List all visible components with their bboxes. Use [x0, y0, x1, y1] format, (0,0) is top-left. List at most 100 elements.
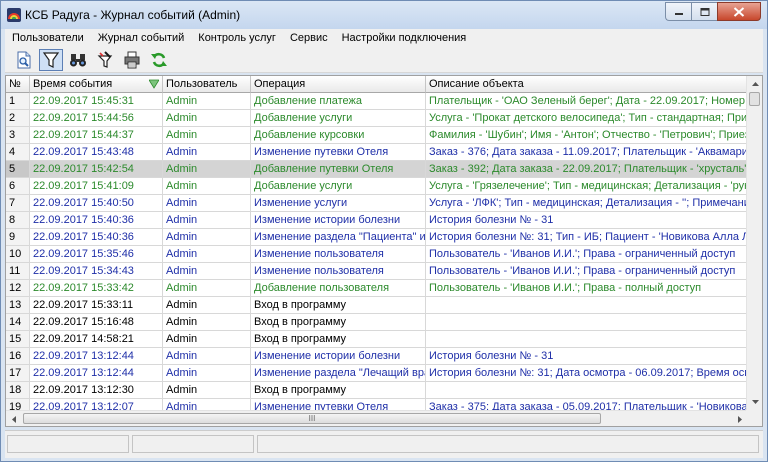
vertical-scroll-thumb[interactable] — [749, 92, 760, 106]
cell-description[interactable]: Услуга - 'Прокат детского велосипеда'; Т… — [426, 110, 748, 127]
cell-operation[interactable]: Добавление услуги — [251, 178, 426, 195]
cell-operation[interactable]: Изменение истории болезни — [251, 348, 426, 365]
cell-user[interactable]: Admin — [163, 297, 251, 314]
cell-operation[interactable]: Изменение раздела "Лечащий вра... — [251, 365, 426, 382]
cell-description[interactable]: История болезни №: 31; Тип - ИБ; Пациент… — [426, 229, 748, 246]
cell-operation[interactable]: Вход в программу — [251, 331, 426, 348]
cell-operation[interactable]: Добавление пользователя — [251, 280, 426, 297]
cell-user[interactable]: Admin — [163, 348, 251, 365]
cell-number[interactable]: 4 — [6, 144, 30, 161]
cell-user[interactable]: Admin — [163, 314, 251, 331]
cell-event-time[interactable]: 22.09.2017 15:44:56 — [30, 110, 163, 127]
cell-event-time[interactable]: 22.09.2017 15:35:46 — [30, 246, 163, 263]
cell-user[interactable]: Admin — [163, 280, 251, 297]
print-button[interactable] — [120, 49, 144, 71]
menu-users[interactable]: Пользователи — [5, 29, 91, 47]
table-row[interactable]: 11 22.09.2017 15:34:43 Admin Изменение поль… — [6, 263, 748, 280]
column-header-operation[interactable]: Операция — [251, 76, 426, 93]
table-row[interactable]: 19 22.09.2017 13:12:07 Admin Изменение путе… — [6, 399, 748, 410]
menu-service[interactable]: Сервис — [283, 29, 335, 47]
cell-description[interactable]: Пользователь - 'Иванов И.И.'; Права - ог… — [426, 263, 748, 280]
menu-connection-settings[interactable]: Настройки подключения — [335, 29, 474, 47]
cell-number[interactable]: 16 — [6, 348, 30, 365]
cell-user[interactable]: Admin — [163, 331, 251, 348]
cell-description[interactable]: Плательщик - 'ОАО Зеленый берег'; Дата -… — [426, 93, 748, 110]
cell-operation[interactable]: Вход в программу — [251, 297, 426, 314]
cell-event-time[interactable]: 22.09.2017 13:12:30 — [30, 382, 163, 399]
cell-user[interactable]: Admin — [163, 382, 251, 399]
cell-operation[interactable]: Добавление услуги — [251, 110, 426, 127]
cell-number[interactable]: 10 — [6, 246, 30, 263]
table-row[interactable]: 16 22.09.2017 13:12:44 Admin Изменение исто… — [6, 348, 748, 365]
cell-description[interactable]: Заказ - 375; Дата заказа - 05.09.2017; П… — [426, 399, 748, 410]
cell-event-time[interactable]: 22.09.2017 15:40:50 — [30, 195, 163, 212]
table-row[interactable]: 9 22.09.2017 15:40:36 Admin Изменение разде… — [6, 229, 748, 246]
cell-event-time[interactable]: 22.09.2017 15:33:11 — [30, 297, 163, 314]
cell-number[interactable]: 5 — [6, 161, 30, 178]
cell-user[interactable]: Admin — [163, 178, 251, 195]
cell-operation[interactable]: Добавление курсовки — [251, 127, 426, 144]
cell-description[interactable]: Пользователь - 'Иванов И.И.'; Права - по… — [426, 280, 748, 297]
cell-operation[interactable]: Вход в программу — [251, 382, 426, 399]
menu-service-control[interactable]: Контроль услуг — [191, 29, 283, 47]
cell-user[interactable]: Admin — [163, 365, 251, 382]
column-header-user[interactable]: Пользователь — [163, 76, 251, 93]
clear-filter-button[interactable] — [93, 49, 117, 71]
table-row[interactable]: 5 22.09.2017 15:42:54 Admin Добавление путе… — [6, 161, 748, 178]
cell-user[interactable]: Admin — [163, 161, 251, 178]
cell-operation[interactable]: Изменение пользователя — [251, 246, 426, 263]
cell-operation[interactable]: Добавление платежа — [251, 93, 426, 110]
cell-user[interactable]: Admin — [163, 110, 251, 127]
table-row[interactable]: 8 22.09.2017 15:40:36 Admin Изменение истор… — [6, 212, 748, 229]
horizontal-scroll-thumb[interactable]: III — [23, 413, 601, 424]
cell-description[interactable]: Услуга - 'ЛФК'; Тип - медицинская; Детал… — [426, 195, 748, 212]
cell-operation[interactable]: Изменение путевки Отеля — [251, 399, 426, 410]
cell-description[interactable]: История болезни № - 31 — [426, 212, 748, 229]
table-row[interactable]: 17 22.09.2017 13:12:44 Admin Изменение разд… — [6, 365, 748, 382]
refresh-button[interactable] — [147, 49, 171, 71]
cell-event-time[interactable]: 22.09.2017 15:42:54 — [30, 161, 163, 178]
scroll-up-button[interactable] — [747, 76, 762, 92]
cell-number[interactable]: 13 — [6, 297, 30, 314]
cell-event-time[interactable]: 22.09.2017 15:16:48 — [30, 314, 163, 331]
cell-description[interactable] — [426, 314, 748, 331]
cell-number[interactable]: 11 — [6, 263, 30, 280]
close-button[interactable] — [717, 2, 761, 21]
scroll-down-button[interactable] — [747, 394, 762, 410]
cell-number[interactable]: 19 — [6, 399, 30, 410]
cell-user[interactable]: Admin — [163, 246, 251, 263]
table-row[interactable]: 12 22.09.2017 15:33:42 Admin Добавление пол… — [6, 280, 748, 297]
cell-description[interactable]: Услуга - 'Грязелечение'; Тип - медицинск… — [426, 178, 748, 195]
menu-event-log[interactable]: Журнал событий — [91, 29, 191, 47]
maximize-button[interactable] — [691, 2, 717, 21]
cell-description[interactable]: История болезни №: 31; Дата осмотра - 06… — [426, 365, 748, 382]
cell-description[interactable]: Пользователь - 'Иванов И.И.'; Права - ог… — [426, 246, 748, 263]
table-row[interactable]: 3 22.09.2017 15:44:37 Admin Добавление курс… — [6, 127, 748, 144]
cell-number[interactable]: 18 — [6, 382, 30, 399]
cell-event-time[interactable]: 22.09.2017 15:33:42 — [30, 280, 163, 297]
cell-user[interactable]: Admin — [163, 263, 251, 280]
cell-description[interactable]: Фамилия - 'Шубин'; Имя - 'Антон'; Отчест… — [426, 127, 748, 144]
cell-number[interactable]: 14 — [6, 314, 30, 331]
minimize-button[interactable] — [665, 2, 691, 21]
table-row[interactable]: 14 22.09.2017 15:16:48 Admin Вход в програм… — [6, 314, 748, 331]
title-bar[interactable]: КСБ Радуга - Журнал событий (Admin) — [1, 1, 767, 29]
cell-number[interactable]: 8 — [6, 212, 30, 229]
cell-description[interactable] — [426, 331, 748, 348]
cell-operation[interactable]: Изменение истории болезни — [251, 212, 426, 229]
cell-user[interactable]: Admin — [163, 195, 251, 212]
column-header-event-time[interactable]: Время события — [30, 76, 163, 93]
table-row[interactable]: 10 22.09.2017 15:35:46 Admin Изменение поль… — [6, 246, 748, 263]
scroll-left-button[interactable] — [6, 411, 22, 426]
cell-number[interactable]: 6 — [6, 178, 30, 195]
cell-operation[interactable]: Изменение пользователя — [251, 263, 426, 280]
horizontal-scrollbar[interactable]: III — [6, 410, 748, 426]
cell-number[interactable]: 3 — [6, 127, 30, 144]
cell-number[interactable]: 9 — [6, 229, 30, 246]
cell-user[interactable]: Admin — [163, 229, 251, 246]
cell-event-time[interactable]: 22.09.2017 13:12:44 — [30, 365, 163, 382]
cell-event-time[interactable]: 22.09.2017 14:58:21 — [30, 331, 163, 348]
table-row[interactable]: 1 22.09.2017 15:45:31 Admin Добавление плат… — [6, 93, 748, 110]
cell-operation[interactable]: Изменение услуги — [251, 195, 426, 212]
cell-operation[interactable]: Вход в программу — [251, 314, 426, 331]
